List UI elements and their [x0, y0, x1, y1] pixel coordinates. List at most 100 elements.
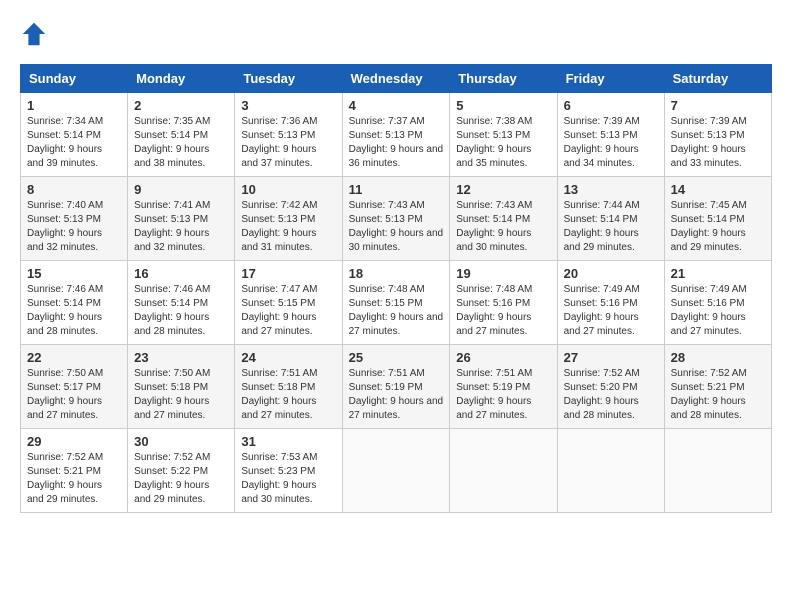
week-row-5: 29 Sunrise: 7:52 AMSunset: 5:21 PMDaylig…: [21, 429, 772, 513]
day-number: 16: [134, 266, 228, 281]
day-number: 6: [564, 98, 658, 113]
day-number: 5: [456, 98, 550, 113]
day-cell: 20 Sunrise: 7:49 AMSunset: 5:16 PMDaylig…: [557, 261, 664, 345]
day-cell: [342, 429, 450, 513]
day-info: Sunrise: 7:52 AMSunset: 5:21 PMDaylight:…: [27, 452, 103, 505]
day-cell: [557, 429, 664, 513]
day-info: Sunrise: 7:34 AMSunset: 5:14 PMDaylight:…: [27, 116, 103, 169]
day-info: Sunrise: 7:47 AMSunset: 5:15 PMDaylight:…: [241, 284, 317, 337]
day-info: Sunrise: 7:48 AMSunset: 5:15 PMDaylight:…: [349, 284, 444, 337]
week-row-2: 8 Sunrise: 7:40 AMSunset: 5:13 PMDayligh…: [21, 177, 772, 261]
day-number: 4: [349, 98, 444, 113]
day-cell: 28 Sunrise: 7:52 AMSunset: 5:21 PMDaylig…: [664, 345, 771, 429]
day-number: 9: [134, 182, 228, 197]
day-number: 12: [456, 182, 550, 197]
week-row-4: 22 Sunrise: 7:50 AMSunset: 5:17 PMDaylig…: [21, 345, 772, 429]
day-info: Sunrise: 7:51 AMSunset: 5:19 PMDaylight:…: [349, 368, 444, 421]
day-cell: 10 Sunrise: 7:42 AMSunset: 5:13 PMDaylig…: [235, 177, 342, 261]
weekday-header-wednesday: Wednesday: [342, 65, 450, 93]
day-info: Sunrise: 7:41 AMSunset: 5:13 PMDaylight:…: [134, 200, 210, 253]
day-info: Sunrise: 7:52 AMSunset: 5:22 PMDaylight:…: [134, 452, 210, 505]
day-cell: [450, 429, 557, 513]
page-header: [20, 20, 772, 48]
day-number: 22: [27, 350, 121, 365]
day-number: 15: [27, 266, 121, 281]
logo-icon: [20, 20, 48, 48]
day-cell: 15 Sunrise: 7:46 AMSunset: 5:14 PMDaylig…: [21, 261, 128, 345]
day-info: Sunrise: 7:46 AMSunset: 5:14 PMDaylight:…: [27, 284, 103, 337]
day-number: 7: [671, 98, 765, 113]
day-info: Sunrise: 7:39 AMSunset: 5:13 PMDaylight:…: [671, 116, 747, 169]
day-number: 18: [349, 266, 444, 281]
day-number: 8: [27, 182, 121, 197]
day-number: 3: [241, 98, 335, 113]
weekday-header-saturday: Saturday: [664, 65, 771, 93]
day-number: 24: [241, 350, 335, 365]
day-info: Sunrise: 7:44 AMSunset: 5:14 PMDaylight:…: [564, 200, 640, 253]
day-cell: 2 Sunrise: 7:35 AMSunset: 5:14 PMDayligh…: [128, 93, 235, 177]
day-number: 1: [27, 98, 121, 113]
day-cell: 12 Sunrise: 7:43 AMSunset: 5:14 PMDaylig…: [450, 177, 557, 261]
day-cell: 9 Sunrise: 7:41 AMSunset: 5:13 PMDayligh…: [128, 177, 235, 261]
day-info: Sunrise: 7:35 AMSunset: 5:14 PMDaylight:…: [134, 116, 210, 169]
day-info: Sunrise: 7:43 AMSunset: 5:13 PMDaylight:…: [349, 200, 444, 253]
day-info: Sunrise: 7:52 AMSunset: 5:21 PMDaylight:…: [671, 368, 747, 421]
day-cell: 4 Sunrise: 7:37 AMSunset: 5:13 PMDayligh…: [342, 93, 450, 177]
day-info: Sunrise: 7:43 AMSunset: 5:14 PMDaylight:…: [456, 200, 532, 253]
day-number: 11: [349, 182, 444, 197]
day-cell: 24 Sunrise: 7:51 AMSunset: 5:18 PMDaylig…: [235, 345, 342, 429]
day-info: Sunrise: 7:39 AMSunset: 5:13 PMDaylight:…: [564, 116, 640, 169]
weekday-header-tuesday: Tuesday: [235, 65, 342, 93]
day-cell: 1 Sunrise: 7:34 AMSunset: 5:14 PMDayligh…: [21, 93, 128, 177]
day-cell: 16 Sunrise: 7:46 AMSunset: 5:14 PMDaylig…: [128, 261, 235, 345]
day-info: Sunrise: 7:51 AMSunset: 5:18 PMDaylight:…: [241, 368, 317, 421]
day-cell: 17 Sunrise: 7:47 AMSunset: 5:15 PMDaylig…: [235, 261, 342, 345]
day-info: Sunrise: 7:53 AMSunset: 5:23 PMDaylight:…: [241, 452, 317, 505]
day-cell: 13 Sunrise: 7:44 AMSunset: 5:14 PMDaylig…: [557, 177, 664, 261]
day-cell: 31 Sunrise: 7:53 AMSunset: 5:23 PMDaylig…: [235, 429, 342, 513]
day-cell: 22 Sunrise: 7:50 AMSunset: 5:17 PMDaylig…: [21, 345, 128, 429]
day-cell: 3 Sunrise: 7:36 AMSunset: 5:13 PMDayligh…: [235, 93, 342, 177]
day-cell: 18 Sunrise: 7:48 AMSunset: 5:15 PMDaylig…: [342, 261, 450, 345]
day-cell: 21 Sunrise: 7:49 AMSunset: 5:16 PMDaylig…: [664, 261, 771, 345]
day-number: 25: [349, 350, 444, 365]
day-info: Sunrise: 7:36 AMSunset: 5:13 PMDaylight:…: [241, 116, 317, 169]
weekday-header-sunday: Sunday: [21, 65, 128, 93]
day-info: Sunrise: 7:46 AMSunset: 5:14 PMDaylight:…: [134, 284, 210, 337]
day-number: 26: [456, 350, 550, 365]
day-number: 21: [671, 266, 765, 281]
day-cell: 5 Sunrise: 7:38 AMSunset: 5:13 PMDayligh…: [450, 93, 557, 177]
calendar-table: SundayMondayTuesdayWednesdayThursdayFrid…: [20, 64, 772, 513]
day-info: Sunrise: 7:50 AMSunset: 5:18 PMDaylight:…: [134, 368, 210, 421]
day-info: Sunrise: 7:37 AMSunset: 5:13 PMDaylight:…: [349, 116, 444, 169]
day-number: 17: [241, 266, 335, 281]
day-cell: 27 Sunrise: 7:52 AMSunset: 5:20 PMDaylig…: [557, 345, 664, 429]
day-number: 14: [671, 182, 765, 197]
week-row-1: 1 Sunrise: 7:34 AMSunset: 5:14 PMDayligh…: [21, 93, 772, 177]
day-cell: 23 Sunrise: 7:50 AMSunset: 5:18 PMDaylig…: [128, 345, 235, 429]
week-row-3: 15 Sunrise: 7:46 AMSunset: 5:14 PMDaylig…: [21, 261, 772, 345]
day-cell: 11 Sunrise: 7:43 AMSunset: 5:13 PMDaylig…: [342, 177, 450, 261]
day-cell: 19 Sunrise: 7:48 AMSunset: 5:16 PMDaylig…: [450, 261, 557, 345]
weekday-header-monday: Monday: [128, 65, 235, 93]
day-cell: 25 Sunrise: 7:51 AMSunset: 5:19 PMDaylig…: [342, 345, 450, 429]
day-info: Sunrise: 7:45 AMSunset: 5:14 PMDaylight:…: [671, 200, 747, 253]
day-number: 30: [134, 434, 228, 449]
day-cell: 29 Sunrise: 7:52 AMSunset: 5:21 PMDaylig…: [21, 429, 128, 513]
day-cell: 7 Sunrise: 7:39 AMSunset: 5:13 PMDayligh…: [664, 93, 771, 177]
day-cell: [664, 429, 771, 513]
weekday-header-friday: Friday: [557, 65, 664, 93]
day-cell: 30 Sunrise: 7:52 AMSunset: 5:22 PMDaylig…: [128, 429, 235, 513]
day-number: 28: [671, 350, 765, 365]
day-info: Sunrise: 7:38 AMSunset: 5:13 PMDaylight:…: [456, 116, 532, 169]
day-number: 10: [241, 182, 335, 197]
day-info: Sunrise: 7:49 AMSunset: 5:16 PMDaylight:…: [671, 284, 747, 337]
day-number: 31: [241, 434, 335, 449]
day-cell: 14 Sunrise: 7:45 AMSunset: 5:14 PMDaylig…: [664, 177, 771, 261]
day-number: 29: [27, 434, 121, 449]
weekday-header-row: SundayMondayTuesdayWednesdayThursdayFrid…: [21, 65, 772, 93]
day-number: 2: [134, 98, 228, 113]
day-number: 23: [134, 350, 228, 365]
day-info: Sunrise: 7:48 AMSunset: 5:16 PMDaylight:…: [456, 284, 532, 337]
day-number: 20: [564, 266, 658, 281]
